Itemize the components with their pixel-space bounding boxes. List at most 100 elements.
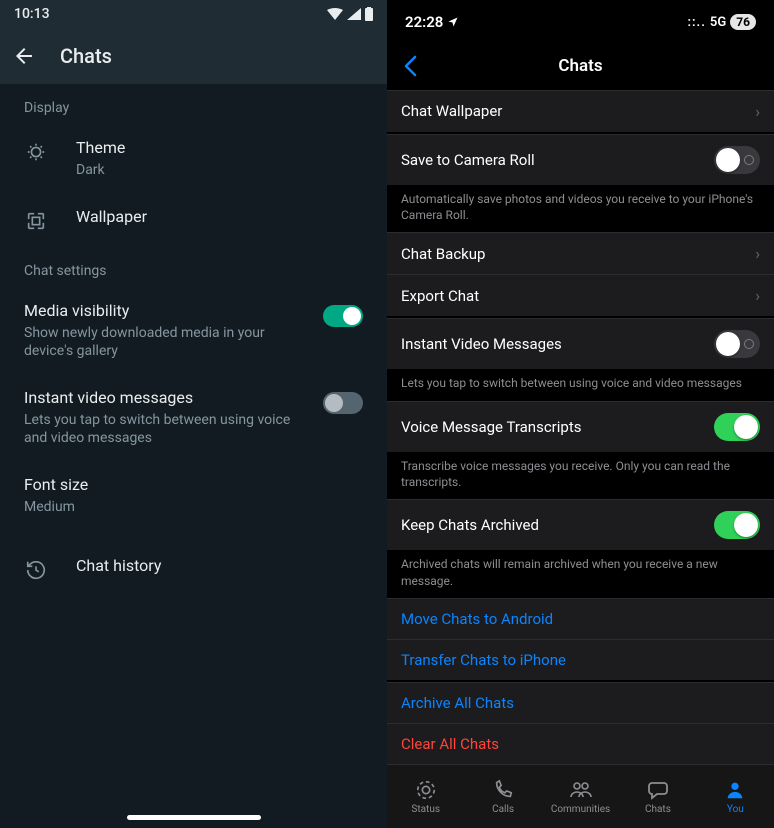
status-time: 22:28 — [405, 13, 443, 31]
signal-icon: ::.. — [687, 15, 705, 30]
chevron-right-icon: › — [755, 286, 760, 305]
voice-transcripts-toggle[interactable] — [714, 413, 760, 441]
row-voice-transcripts[interactable]: Voice Message Transcripts — [387, 401, 774, 452]
status-time: 10:13 — [14, 6, 50, 22]
chevron-left-icon — [403, 55, 417, 77]
save-camera-footer: Automatically save photos and videos you… — [387, 185, 774, 231]
section-chat-settings: Chat settings — [0, 247, 387, 287]
status-icons-right — [327, 7, 373, 21]
network-label: 5G — [710, 15, 726, 30]
theme-icon — [24, 140, 48, 164]
row-archive-all[interactable]: Archive All Chats — [387, 682, 774, 723]
android-status-bar: 10:13 — [0, 0, 387, 28]
tab-you[interactable]: You — [697, 765, 774, 828]
tab-calls[interactable]: Calls — [464, 765, 541, 828]
you-icon — [722, 778, 748, 802]
back-button[interactable] — [12, 44, 36, 68]
arrow-left-icon — [12, 44, 36, 68]
chat-backup-label: Chat Backup — [401, 245, 745, 263]
row-instant-video-messages[interactable]: Instant Video Messages — [387, 318, 774, 369]
chevron-right-icon: › — [755, 102, 760, 121]
row-chat-wallpaper[interactable]: Chat Wallpaper › — [387, 90, 774, 132]
voice-transcripts-footer: Transcribe voice messages you receive. O… — [387, 452, 774, 498]
android-header: Chats — [0, 28, 387, 84]
media-visibility-title: Media visibility — [24, 301, 295, 322]
instant-video-toggle[interactable] — [323, 392, 363, 414]
keep-archived-toggle[interactable] — [714, 511, 760, 539]
media-visibility-toggle[interactable] — [323, 305, 363, 327]
row-transfer-iphone[interactable]: Transfer Chats to iPhone — [387, 639, 774, 680]
row-font-size[interactable]: Font size Medium — [0, 461, 387, 530]
keep-archived-label: Keep Chats Archived — [401, 516, 704, 534]
instant-video-text: Instant video messages Lets you tap to s… — [24, 388, 295, 447]
row-clear-all[interactable]: Clear All Chats — [387, 723, 774, 764]
battery-pill: 76 — [730, 14, 756, 30]
ios-body: Chat Wallpaper › Save to Camera Roll Aut… — [387, 88, 774, 764]
nav-title: Chats — [558, 56, 602, 76]
status-left: 22:28 — [405, 13, 459, 31]
chats-icon — [645, 778, 671, 802]
chat-history-text: Chat history — [76, 556, 363, 577]
ios-pane: 22:28 ::.. 5G 76 Chats Chat Wallpaper › … — [387, 0, 774, 828]
row-wallpaper[interactable]: Wallpaper — [0, 193, 387, 247]
chevron-right-icon: › — [755, 244, 760, 263]
keep-archived-footer: Archived chats will remain archived when… — [387, 550, 774, 596]
status-right: ::.. 5G 76 — [687, 14, 756, 30]
theme-title: Theme — [76, 138, 363, 159]
back-button[interactable] — [395, 51, 425, 81]
battery-value: 76 — [736, 15, 750, 29]
row-chat-backup[interactable]: Chat Backup › — [387, 232, 774, 274]
chat-wallpaper-label: Chat Wallpaper — [401, 102, 745, 120]
font-size-text: Font size Medium — [24, 475, 363, 516]
tab-calls-label: Calls — [492, 804, 514, 815]
wallpaper-icon — [24, 209, 48, 233]
battery-icon — [365, 7, 373, 21]
clear-all-label: Clear All Chats — [401, 735, 760, 753]
ios-status-bar: 22:28 ::.. 5G 76 — [387, 0, 774, 44]
save-camera-label: Save to Camera Roll — [401, 151, 704, 169]
save-camera-toggle[interactable] — [714, 146, 760, 174]
media-visibility-text: Media visibility Show newly downloaded m… — [24, 301, 295, 360]
status-icon — [413, 778, 439, 802]
media-visibility-sub: Show newly downloaded media in your devi… — [24, 324, 295, 360]
row-media-visibility[interactable]: Media visibility Show newly downloaded m… — [0, 287, 387, 374]
row-instant-video[interactable]: Instant video messages Lets you tap to s… — [0, 374, 387, 461]
tab-chats-label: Chats — [645, 804, 671, 815]
divider — [0, 530, 387, 542]
row-theme[interactable]: Theme Dark — [0, 124, 387, 193]
font-size-title: Font size — [24, 475, 363, 496]
android-home-indicator — [0, 796, 387, 828]
row-save-camera-roll[interactable]: Save to Camera Roll — [387, 134, 774, 185]
instant-video-sub: Lets you tap to switch between using voi… — [24, 411, 295, 447]
instant-video-footer: Lets you tap to switch between using voi… — [387, 369, 774, 399]
ios-nav: Chats — [387, 44, 774, 88]
history-icon — [24, 558, 48, 582]
font-size-value: Medium — [24, 498, 363, 516]
tab-communities[interactable]: Communities — [542, 765, 619, 828]
move-android-label: Move Chats to Android — [401, 610, 760, 628]
wallpaper-title: Wallpaper — [76, 207, 363, 228]
row-keep-archived[interactable]: Keep Chats Archived — [387, 499, 774, 550]
location-icon — [447, 16, 459, 28]
tab-you-label: You — [727, 804, 744, 815]
row-theme-text: Theme Dark — [76, 138, 363, 179]
chat-history-title: Chat history — [76, 556, 363, 577]
archive-all-label: Archive All Chats — [401, 694, 760, 712]
phone-icon — [490, 778, 516, 802]
row-chat-history[interactable]: Chat history — [0, 542, 387, 596]
instant-video-toggle[interactable] — [714, 330, 760, 358]
communities-icon — [568, 778, 594, 802]
voice-transcripts-label: Voice Message Transcripts — [401, 418, 704, 436]
row-wallpaper-text: Wallpaper — [76, 207, 363, 228]
instant-video-label: Instant Video Messages — [401, 335, 704, 353]
signal-icon — [347, 8, 361, 20]
home-pill — [127, 815, 261, 820]
tab-status-label: Status — [411, 804, 440, 815]
row-move-android[interactable]: Move Chats to Android — [387, 598, 774, 639]
tab-status[interactable]: Status — [387, 765, 464, 828]
row-export-chat[interactable]: Export Chat › — [387, 274, 774, 316]
theme-value: Dark — [76, 161, 363, 179]
tab-chats[interactable]: Chats — [619, 765, 696, 828]
android-pane: 10:13 Chats Display Theme Dark Wallpaper… — [0, 0, 387, 828]
tab-communities-label: Communities — [551, 804, 610, 815]
